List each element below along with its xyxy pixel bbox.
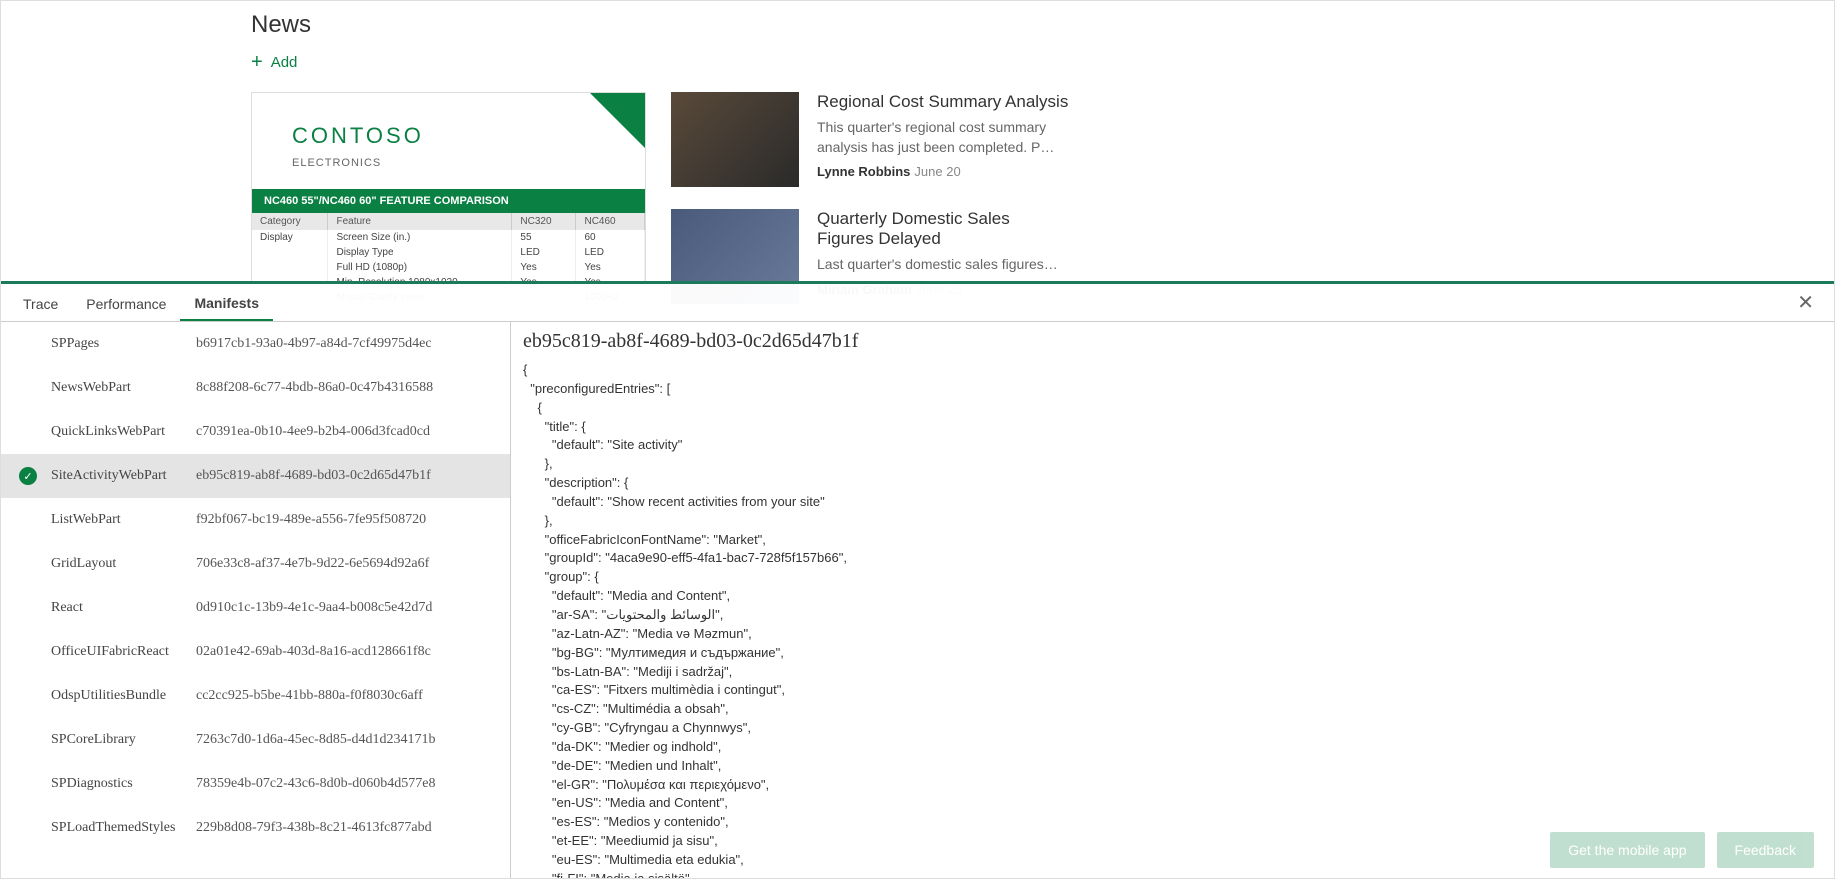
- manifest-detail: eb95c819-ab8f-4689-bd03-0c2d65d47b1f { "…: [511, 322, 1834, 878]
- manifest-name: SPLoadThemedStyles: [51, 820, 196, 836]
- dev-panel: Trace Performance Manifests ✕ SPPagesb69…: [1, 281, 1834, 878]
- manifest-row[interactable]: SPPagesb6917cb1-93a0-4b97-a84d-7cf49975d…: [1, 322, 510, 366]
- close-button[interactable]: ✕: [1785, 290, 1826, 315]
- news-date: June 20: [914, 164, 960, 179]
- decor-triangle: [590, 93, 645, 148]
- json-content[interactable]: { "preconfiguredEntries": [ { "title": {…: [523, 361, 1822, 878]
- detail-title: eb95c819-ab8f-4689-bd03-0c2d65d47b1f: [523, 330, 1822, 353]
- manifest-id: 706e33c8-af37-4e7b-9d22-6e5694d92a6f: [196, 556, 429, 572]
- manifest-id: b6917cb1-93a0-4b97-a84d-7cf49975d4ec: [196, 336, 432, 352]
- manifest-row[interactable]: ListWebPartf92bf067-bc19-489e-a556-7fe95…: [1, 498, 510, 542]
- manifest-row[interactable]: OdspUtilitiesBundlecc2cc925-b5be-41bb-88…: [1, 674, 510, 718]
- manifest-name: SPDiagnostics: [51, 776, 196, 792]
- manifest-id: 0d910c1c-13b9-4e1c-9aa4-b008c5e42d7d: [196, 600, 432, 616]
- manifest-name: OfficeUIFabricReact: [51, 644, 196, 660]
- manifest-row[interactable]: SPDiagnostics78359e4b-07c2-43c6-8d0b-d06…: [1, 762, 510, 806]
- plus-icon: +: [251, 51, 263, 74]
- manifest-name: OdspUtilitiesBundle: [51, 688, 196, 704]
- tab-performance[interactable]: Performance: [72, 286, 180, 320]
- news-section: News + Add CONTOSO ELECTRONICS NC460 55"…: [1, 1, 1834, 281]
- manifest-id: 7263c7d0-1d6a-45ec-8d85-d4d1d234171b: [196, 732, 436, 748]
- news-item-desc: This quarter's regional cost summary ana…: [817, 118, 1071, 157]
- manifest-name: ListWebPart: [51, 512, 196, 528]
- news-thumb-icon: [671, 92, 799, 187]
- news-author: Lynne Robbins: [817, 164, 910, 179]
- manifest-row[interactable]: React0d910c1c-13b9-4e1c-9aa4-b008c5e42d7…: [1, 586, 510, 630]
- manifest-name: SiteActivityWebPart: [51, 468, 196, 484]
- check-icon: ✓: [19, 467, 37, 485]
- news-heading: News: [251, 11, 1834, 39]
- manifest-row[interactable]: QuickLinksWebPartc70391ea-0b10-4ee9-b2b4…: [1, 410, 510, 454]
- manifest-name: React: [51, 600, 196, 616]
- manifest-row[interactable]: OfficeUIFabricReact02a01e42-69ab-403d-8a…: [1, 630, 510, 674]
- manifest-id: 78359e4b-07c2-43c6-8d0b-d060b4d577e8: [196, 776, 436, 792]
- dev-tabs: Trace Performance Manifests ✕: [1, 284, 1834, 322]
- close-icon: ✕: [1797, 292, 1814, 314]
- manifest-row[interactable]: SPCoreLibrary7263c7d0-1d6a-45ec-8d85-d4d…: [1, 718, 510, 762]
- manifest-row[interactable]: ✓ SiteActivityWebParteb95c819-ab8f-4689-b…: [1, 454, 510, 498]
- manifest-list[interactable]: SPPagesb6917cb1-93a0-4b97-a84d-7cf49975d…: [1, 322, 511, 878]
- electronics-label: ELECTRONICS: [292, 157, 605, 169]
- manifest-name: NewsWebPart: [51, 380, 196, 396]
- manifest-id: 02a01e42-69ab-403d-8a16-acd128661f8c: [196, 644, 431, 660]
- tab-trace[interactable]: Trace: [9, 286, 72, 320]
- news-item[interactable]: Regional Cost Summary Analysis This quar…: [671, 92, 1071, 187]
- manifest-id: c70391ea-0b10-4ee9-b2b4-006d3fcad0cd: [196, 424, 430, 440]
- manifest-id: 229b8d08-79f3-438b-8c21-4613fc877abd: [196, 820, 432, 836]
- tab-manifests[interactable]: Manifests: [180, 285, 273, 321]
- contoso-logo: CONTOSO: [292, 123, 605, 149]
- add-label: Add: [271, 54, 298, 71]
- add-news-button[interactable]: + Add: [251, 51, 297, 74]
- news-thumbnail: CONTOSO ELECTRONICS NC460 55"/NC460 60" …: [251, 92, 646, 310]
- compare-title: NC460 55"/NC460 60" FEATURE COMPARISON: [252, 189, 645, 213]
- manifest-row[interactable]: GridLayout706e33c8-af37-4e7b-9d22-6e5694…: [1, 542, 510, 586]
- manifest-id: cc2cc925-b5be-41bb-880a-f0f8030c6aff: [196, 688, 423, 704]
- manifest-name: SPCoreLibrary: [51, 732, 196, 748]
- manifest-name: GridLayout: [51, 556, 196, 572]
- manifest-row[interactable]: SPLoadThemedStyles229b8d08-79f3-438b-8c2…: [1, 806, 510, 850]
- manifest-id: eb95c819-ab8f-4689-bd03-0c2d65d47b1f: [196, 468, 431, 484]
- manifest-name: QuickLinksWebPart: [51, 424, 196, 440]
- news-item-title: Regional Cost Summary Analysis: [817, 92, 1071, 112]
- manifest-id: f92bf067-bc19-489e-a556-7fe95f508720: [196, 512, 426, 528]
- manifest-name: SPPages: [51, 336, 196, 352]
- news-item-desc: Last quarter's domestic sales figures…: [817, 255, 1071, 275]
- manifest-id: 8c88f208-6c77-4bdb-86a0-0c47b4316588: [196, 380, 433, 396]
- manifest-row[interactable]: NewsWebPart8c88f208-6c77-4bdb-86a0-0c47b…: [1, 366, 510, 410]
- news-item-title: Quarterly Domestic Sales Figures Delayed: [817, 209, 1071, 249]
